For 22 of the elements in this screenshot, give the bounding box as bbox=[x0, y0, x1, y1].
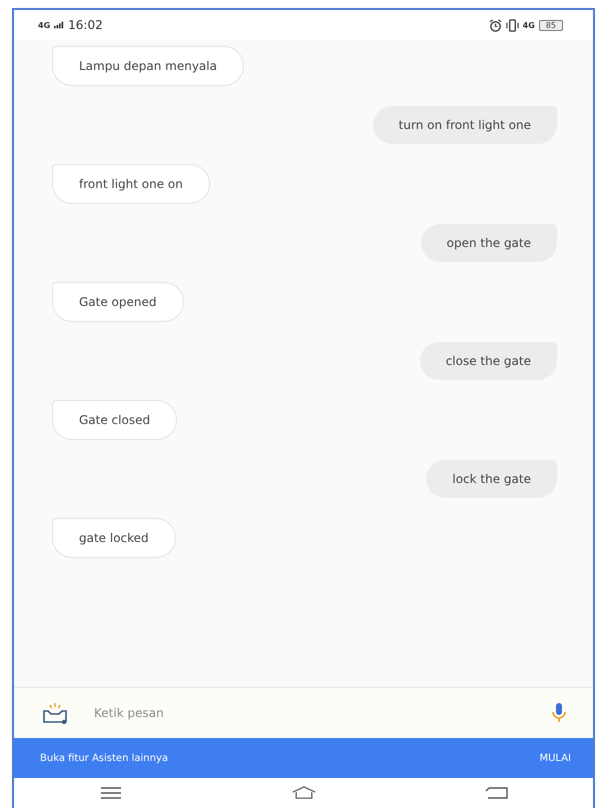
user-message: open the gate bbox=[420, 224, 557, 262]
assistant-message: Gate opened bbox=[52, 282, 184, 322]
assistant-message: gate locked bbox=[52, 518, 176, 558]
battery-indicator: 85 bbox=[538, 20, 563, 30]
network-label: 4G bbox=[38, 20, 50, 30]
banner-text: Buka fitur Asisten lainnya bbox=[40, 752, 168, 764]
vibrate-icon bbox=[506, 18, 519, 32]
back-icon[interactable] bbox=[484, 786, 510, 800]
user-message: turn on front light one bbox=[372, 106, 557, 144]
user-message: lock the gate bbox=[426, 460, 557, 498]
user-message: close the gate bbox=[420, 342, 557, 380]
assistant-message: Gate closed bbox=[52, 400, 178, 440]
signal-icon bbox=[54, 21, 64, 29]
home-icon[interactable] bbox=[290, 786, 316, 800]
alarm-icon bbox=[488, 18, 502, 32]
assistant-message: Lampu depan menyala bbox=[52, 46, 244, 86]
start-button[interactable]: MULAI bbox=[539, 750, 571, 766]
network-label: 4G bbox=[522, 20, 535, 30]
assistant-message: front light one on bbox=[52, 164, 210, 204]
microphone-icon[interactable] bbox=[551, 702, 567, 724]
message-input[interactable]: Ketik pesan bbox=[92, 705, 527, 721]
clock-time: 16:02 bbox=[68, 18, 103, 32]
